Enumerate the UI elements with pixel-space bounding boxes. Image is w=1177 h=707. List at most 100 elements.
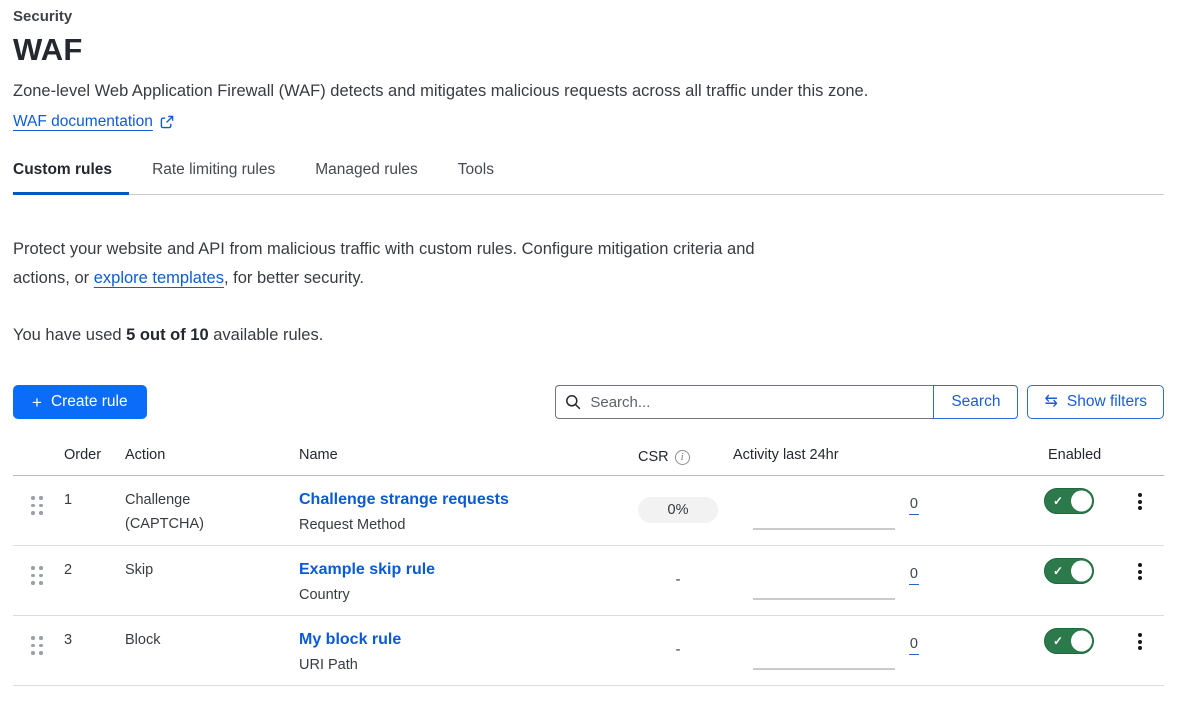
rule-field: Request Method bbox=[299, 515, 638, 536]
activity-count-link[interactable]: 0 bbox=[909, 636, 919, 655]
table-body: 1 Challenge (CAPTCHA) Challenge strange … bbox=[13, 476, 1164, 686]
enabled-toggle[interactable]: ✓ bbox=[1044, 558, 1094, 584]
enabled-toggle[interactable]: ✓ bbox=[1044, 628, 1094, 654]
activity-count-link[interactable]: 0 bbox=[909, 566, 919, 585]
drag-handle-icon[interactable] bbox=[31, 636, 64, 655]
kebab-menu-icon[interactable] bbox=[1132, 561, 1148, 615]
plus-icon: + bbox=[32, 394, 42, 411]
activity-sparkline bbox=[753, 668, 895, 670]
tab-tools[interactable]: Tools bbox=[458, 161, 511, 195]
rule-csr-cell: - bbox=[638, 616, 733, 685]
header-csr-label: CSR bbox=[638, 449, 669, 465]
search-button[interactable]: Search bbox=[933, 385, 1018, 419]
intro-after-link: , for better security. bbox=[224, 269, 364, 287]
rule-action-line1: Block bbox=[125, 628, 299, 652]
search-icon bbox=[565, 394, 581, 415]
tab-managed-rules[interactable]: Managed rules bbox=[315, 161, 435, 195]
rule-csr-cell: - bbox=[638, 546, 733, 615]
table-row: 3 Block My block rule URI Path - 0 ✓ bbox=[13, 616, 1164, 686]
rule-enabled-cell: ✓ bbox=[1044, 476, 1116, 545]
tab-custom-rules[interactable]: Custom rules bbox=[13, 161, 129, 195]
check-icon: ✓ bbox=[1053, 635, 1063, 647]
table-row: 2 Skip Example skip rule Country - 0 ✓ bbox=[13, 546, 1164, 616]
table-header: Order Action Name CSR i Activity last 24… bbox=[13, 441, 1164, 476]
rule-enabled-cell: ✓ bbox=[1044, 546, 1116, 615]
explore-templates-link[interactable]: explore templates bbox=[94, 269, 224, 287]
rules-table: Order Action Name CSR i Activity last 24… bbox=[13, 441, 1164, 686]
table-row: 1 Challenge (CAPTCHA) Challenge strange … bbox=[13, 476, 1164, 546]
rule-action: Block bbox=[125, 616, 299, 685]
csr-value: 0% bbox=[638, 497, 718, 523]
toggle-knob bbox=[1071, 631, 1092, 652]
usage-count: 5 out of 10 bbox=[126, 326, 209, 344]
tab-bar: Custom rules Rate limiting rules Managed… bbox=[13, 161, 1164, 195]
rule-name-cell: Challenge strange requests Request Metho… bbox=[299, 476, 638, 545]
rule-action: Skip bbox=[125, 546, 299, 615]
search-input[interactable] bbox=[555, 385, 933, 419]
rule-menu-cell bbox=[1116, 616, 1164, 685]
rule-name-cell: Example skip rule Country bbox=[299, 546, 638, 615]
rule-activity-cell: 0 bbox=[733, 476, 923, 545]
drag-handle-icon[interactable] bbox=[31, 496, 64, 515]
header-order: Order bbox=[64, 447, 125, 467]
rule-name-cell: My block rule URI Path bbox=[299, 616, 638, 685]
kebab-menu-icon[interactable] bbox=[1132, 631, 1148, 685]
header-csr: CSR i bbox=[638, 447, 733, 467]
rule-name-link[interactable]: My block rule bbox=[299, 627, 638, 653]
create-rule-label: Create rule bbox=[51, 393, 128, 411]
rule-order: 2 bbox=[64, 546, 125, 615]
usage-prefix: You have used bbox=[13, 326, 126, 344]
rule-name-link[interactable]: Challenge strange requests bbox=[299, 487, 638, 513]
right-controls: Search ⇆ Show filters bbox=[555, 385, 1164, 419]
create-rule-button[interactable]: + Create rule bbox=[13, 385, 147, 419]
controls-row: + Create rule Search ⇆ Show fil bbox=[13, 385, 1164, 419]
rule-name-link[interactable]: Example skip rule bbox=[299, 557, 638, 583]
csr-value: - bbox=[638, 637, 718, 663]
page-description: Zone-level Web Application Firewall (WAF… bbox=[13, 82, 1164, 101]
waf-documentation-link[interactable]: WAF documentation bbox=[13, 113, 153, 131]
show-filters-label: Show filters bbox=[1067, 393, 1147, 411]
tab-rate-limiting-rules[interactable]: Rate limiting rules bbox=[152, 161, 292, 195]
rule-activity-cell: 0 bbox=[733, 546, 923, 615]
rule-action-line2: (CAPTCHA) bbox=[125, 512, 299, 536]
rule-action-line1: Challenge bbox=[125, 488, 299, 512]
toggle-knob bbox=[1071, 561, 1092, 582]
header-action: Action bbox=[125, 447, 299, 467]
kebab-menu-icon[interactable] bbox=[1132, 491, 1148, 545]
usage-text: You have used 5 out of 10 available rule… bbox=[13, 326, 1164, 345]
rule-order: 3 bbox=[64, 616, 125, 685]
toggle-knob bbox=[1071, 491, 1092, 512]
waf-page: Security WAF Zone-level Web Application … bbox=[0, 0, 1177, 686]
rule-action: Challenge (CAPTCHA) bbox=[125, 476, 299, 545]
info-icon[interactable]: i bbox=[675, 450, 690, 465]
page-title: WAF bbox=[13, 32, 1164, 68]
header-enabled: Enabled bbox=[1044, 447, 1116, 467]
rule-csr-cell: 0% bbox=[638, 476, 733, 545]
rule-activity-cell: 0 bbox=[733, 616, 923, 685]
activity-count-link[interactable]: 0 bbox=[909, 496, 919, 515]
search-group: Search bbox=[555, 385, 1018, 419]
check-icon: ✓ bbox=[1053, 565, 1063, 577]
header-name: Name bbox=[299, 447, 638, 467]
rule-action-line1: Skip bbox=[125, 558, 299, 582]
doc-link-row: WAF documentation bbox=[13, 113, 1164, 131]
enabled-toggle[interactable]: ✓ bbox=[1044, 488, 1094, 514]
rule-enabled-cell: ✓ bbox=[1044, 616, 1116, 685]
rule-order: 1 bbox=[64, 476, 125, 545]
breadcrumb: Security bbox=[13, 8, 1164, 25]
external-link-icon bbox=[160, 115, 174, 129]
check-icon: ✓ bbox=[1053, 495, 1063, 507]
drag-handle-icon[interactable] bbox=[31, 566, 64, 585]
swap-arrows-icon: ⇆ bbox=[1044, 394, 1057, 410]
header-activity: Activity last 24hr bbox=[733, 447, 923, 467]
usage-suffix: available rules. bbox=[209, 326, 324, 344]
csr-value: - bbox=[638, 567, 718, 593]
rule-field: Country bbox=[299, 585, 638, 606]
rule-menu-cell bbox=[1116, 476, 1164, 545]
rule-menu-cell bbox=[1116, 546, 1164, 615]
intro-text: Protect your website and API from malici… bbox=[13, 235, 758, 293]
show-filters-button[interactable]: ⇆ Show filters bbox=[1027, 385, 1164, 419]
search-box bbox=[555, 385, 933, 419]
activity-sparkline bbox=[753, 598, 895, 600]
rule-field: URI Path bbox=[299, 655, 638, 676]
